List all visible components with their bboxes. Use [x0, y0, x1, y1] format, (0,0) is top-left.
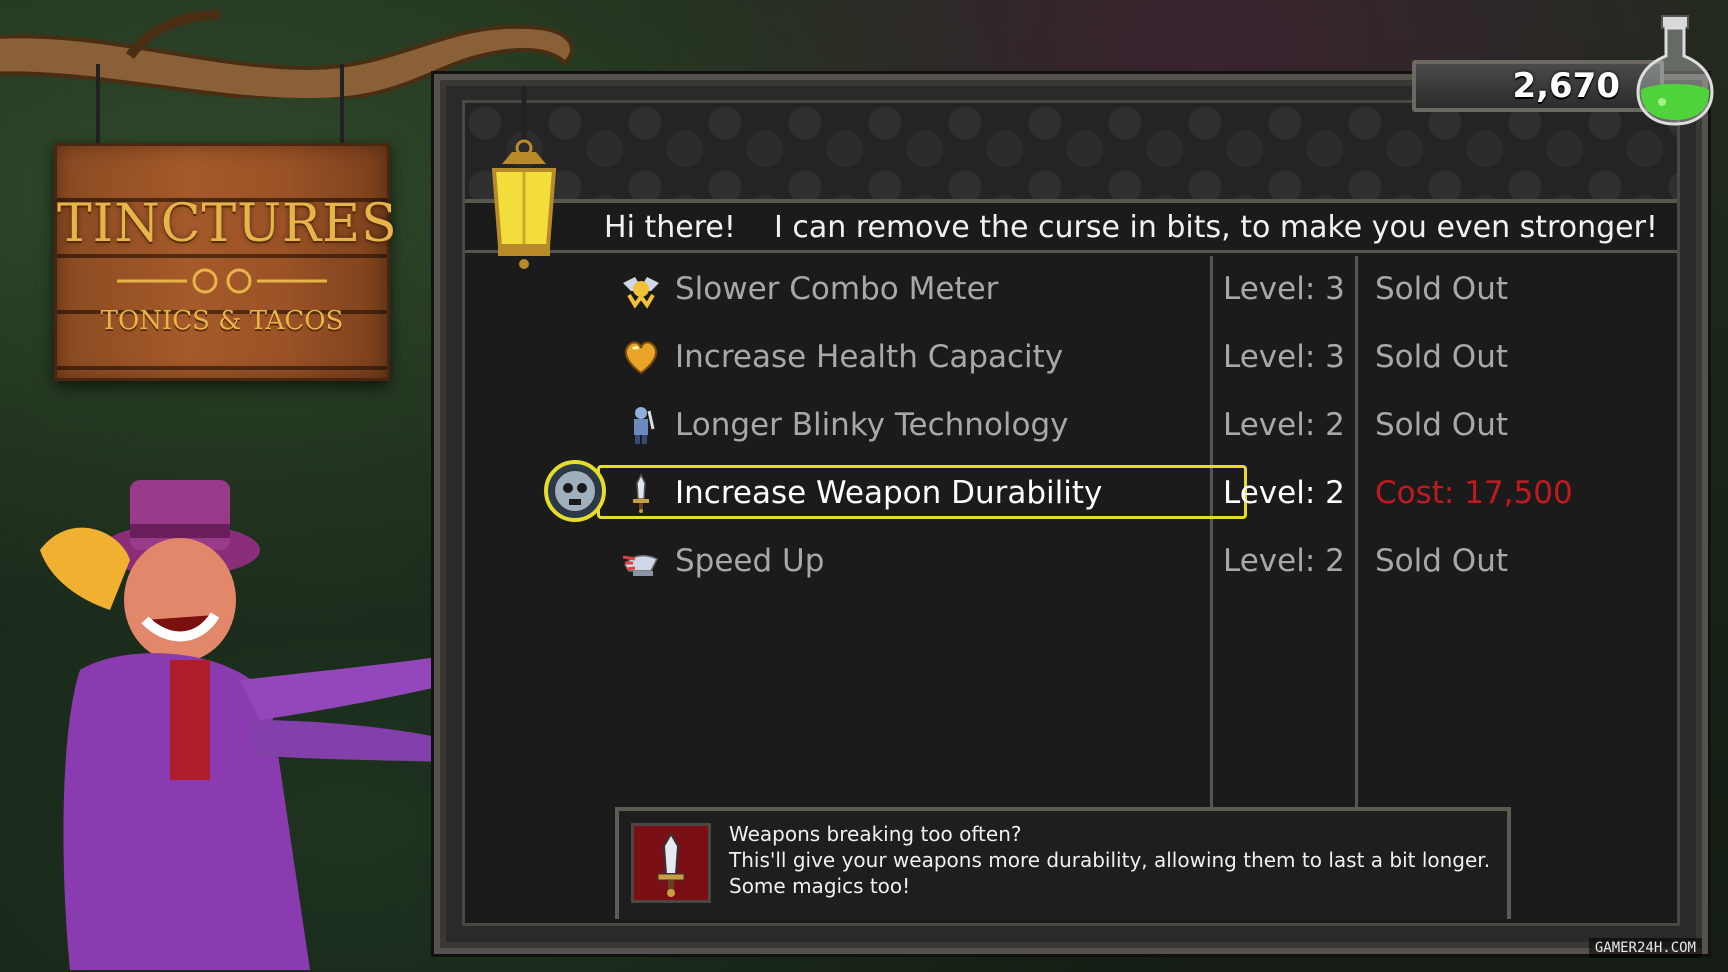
- merchant-greeting: Hi there! I can remove the curse in bits…: [465, 203, 1677, 253]
- upgrade-row[interactable]: Speed Up Level: 2 Sold Out: [465, 533, 1677, 589]
- sign-chain-right: [340, 64, 344, 144]
- currency-amount: 2,670: [1512, 66, 1620, 106]
- description-line: Weapons breaking too often?: [729, 822, 1022, 846]
- sign-title: TINCTURES: [57, 194, 398, 254]
- upgrade-level: Level: 3: [1223, 271, 1345, 307]
- upgrade-status: Sold Out: [1375, 271, 1508, 307]
- upgrade-row[interactable]: Longer Blinky Technology Level: 2 Sold Out: [465, 397, 1677, 453]
- upgrade-name: Increase Health Capacity: [675, 339, 1064, 375]
- upgrade-name: Increase Weapon Durability: [675, 475, 1103, 511]
- stone-wall-header: [465, 103, 1677, 203]
- speed-wing-icon: [621, 541, 661, 581]
- sign-chain-left: [96, 64, 100, 144]
- upgrade-level: Level: 3: [1223, 339, 1345, 375]
- winged-skull-icon: [621, 269, 661, 309]
- sword-icon: [621, 473, 661, 513]
- shop-panel-inner: Hi there! I can remove the curse in bits…: [462, 100, 1680, 926]
- upgrade-status: Sold Out: [1375, 407, 1508, 443]
- description-sword-icon: [631, 823, 711, 903]
- sign-ornament: [117, 268, 327, 294]
- upgrade-row[interactable]: Slower Combo Meter Level: 3 Sold Out: [465, 261, 1677, 317]
- description-line: Some magics too!: [729, 874, 911, 898]
- shop-panel: Hi there! I can remove the curse in bits…: [434, 74, 1708, 954]
- upgrade-level: Level: 2: [1223, 475, 1345, 511]
- shop-sign: TINCTURES TONICS & TACOS: [54, 143, 398, 381]
- sign-subtitle: TONICS & TACOS: [100, 306, 344, 336]
- description-text: Weapons breaking too often? This'll give…: [729, 821, 1497, 899]
- upgrade-row[interactable]: Increase Weapon Durability Level: 2 Cost: …: [465, 460, 1677, 522]
- description-line: This'll give your weapons more durabilit…: [729, 848, 1491, 872]
- currency-display: 2,670: [1412, 60, 1664, 112]
- upgrade-status: Sold Out: [1375, 543, 1508, 579]
- gold-heart-icon: [621, 337, 661, 377]
- upgrade-name: Slower Combo Meter: [675, 271, 999, 307]
- upgrade-name: Speed Up: [675, 543, 825, 579]
- upgrade-row[interactable]: Increase Health Capacity Level: 3 Sold Out: [465, 329, 1677, 385]
- skull-cursor-icon: [543, 459, 607, 523]
- upgrade-level: Level: 2: [1223, 407, 1345, 443]
- upgrade-level: Level: 2: [1223, 543, 1345, 579]
- upgrade-name: Longer Blinky Technology: [675, 407, 1069, 443]
- lantern-icon: [491, 86, 557, 269]
- upgrade-cost: Cost: 17,500: [1375, 475, 1573, 511]
- blinky-knight-icon: [621, 405, 661, 445]
- description-box: Weapons breaking too often? This'll give…: [615, 807, 1511, 919]
- upgrade-status: Sold Out: [1375, 339, 1508, 375]
- watermark: GAMER24H.COM: [1588, 938, 1702, 958]
- potion-flask-icon: [1636, 15, 1714, 126]
